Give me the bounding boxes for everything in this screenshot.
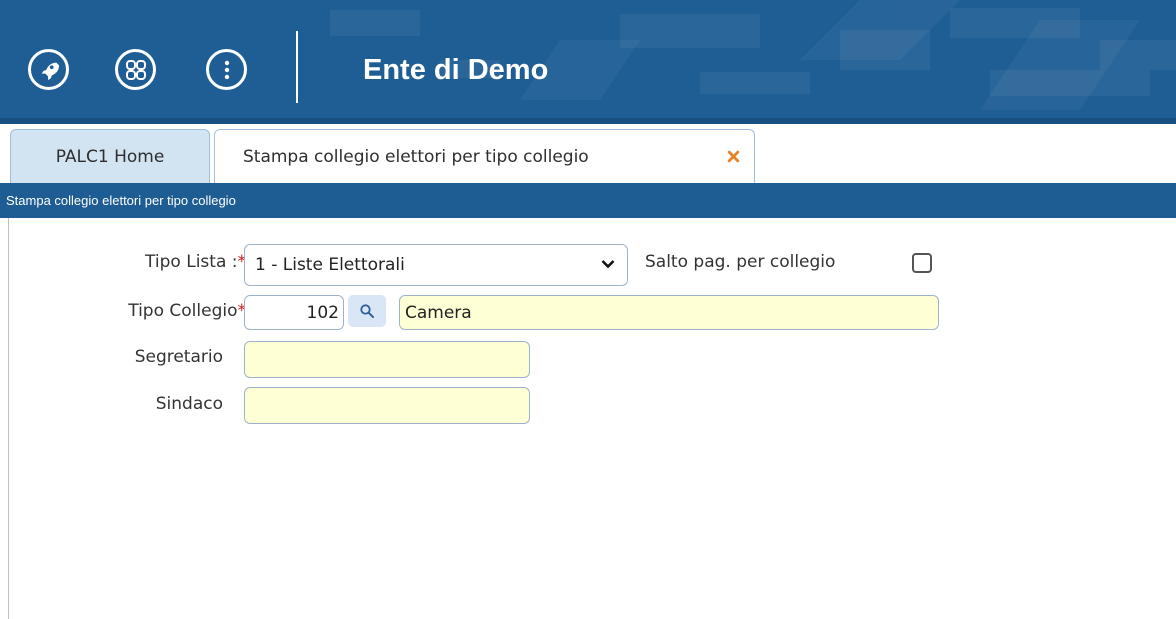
tipo-collegio-description: Camera: [405, 302, 472, 323]
tab-stampa-collegio-label: Stampa collegio elettori per tipo colleg…: [243, 147, 589, 167]
tab-stampa-collegio[interactable]: Stampa collegio elettori per tipo colleg…: [214, 129, 755, 184]
header-background-pattern: [0, 0, 1176, 124]
tipo-collegio-code-input[interactable]: 102: [244, 295, 344, 330]
tipo-lista-label: Tipo Lista :*: [145, 252, 246, 272]
tipo-collegio-description-field[interactable]: Camera: [399, 295, 939, 330]
tipo-lista-label-text: Tipo Lista :: [145, 252, 238, 272]
page-subtitle-bar: Stampa collegio elettori per tipo colleg…: [0, 183, 1176, 218]
tab-home-label: PALC1 Home: [55, 146, 165, 167]
tipo-collegio-code: 102: [306, 302, 339, 323]
salto-pagina-checkbox[interactable]: [912, 253, 932, 273]
apps-grid-button[interactable]: [115, 49, 156, 90]
tipo-lista-value: 1 - Liste Elettorali: [255, 255, 405, 275]
launcher-button[interactable]: [28, 49, 69, 90]
search-icon: [360, 304, 374, 318]
apps-grid-icon: [125, 59, 146, 80]
sindaco-label: Sindaco: [155, 394, 223, 414]
close-icon: [727, 150, 739, 162]
chevron-down-icon: [601, 260, 615, 269]
segretario-label: Segretario: [134, 347, 223, 367]
tipo-collegio-lookup-button[interactable]: [348, 295, 386, 327]
segretario-input[interactable]: [244, 341, 530, 378]
tipo-collegio-label: Tipo Collegio*: [128, 301, 246, 321]
page-subtitle: Stampa collegio elettori per tipo colleg…: [6, 193, 236, 208]
salto-pagina-label: Salto pag. per collegio: [645, 252, 836, 272]
more-options-button[interactable]: [206, 49, 247, 90]
tipo-lista-select[interactable]: 1 - Liste Elettorali: [244, 244, 628, 286]
more-vertical-icon: [224, 60, 229, 79]
sindaco-input[interactable]: [244, 387, 530, 424]
content-border: [8, 218, 9, 619]
tipo-collegio-label-text: Tipo Collegio: [128, 301, 238, 321]
rocket-icon: [41, 62, 59, 80]
tab-close-button[interactable]: [723, 146, 743, 166]
header-divider: [296, 31, 298, 103]
app-header: Ente di Demo: [0, 0, 1176, 124]
tab-home[interactable]: PALC1 Home: [10, 129, 210, 183]
app-title: Ente di Demo: [363, 54, 549, 86]
